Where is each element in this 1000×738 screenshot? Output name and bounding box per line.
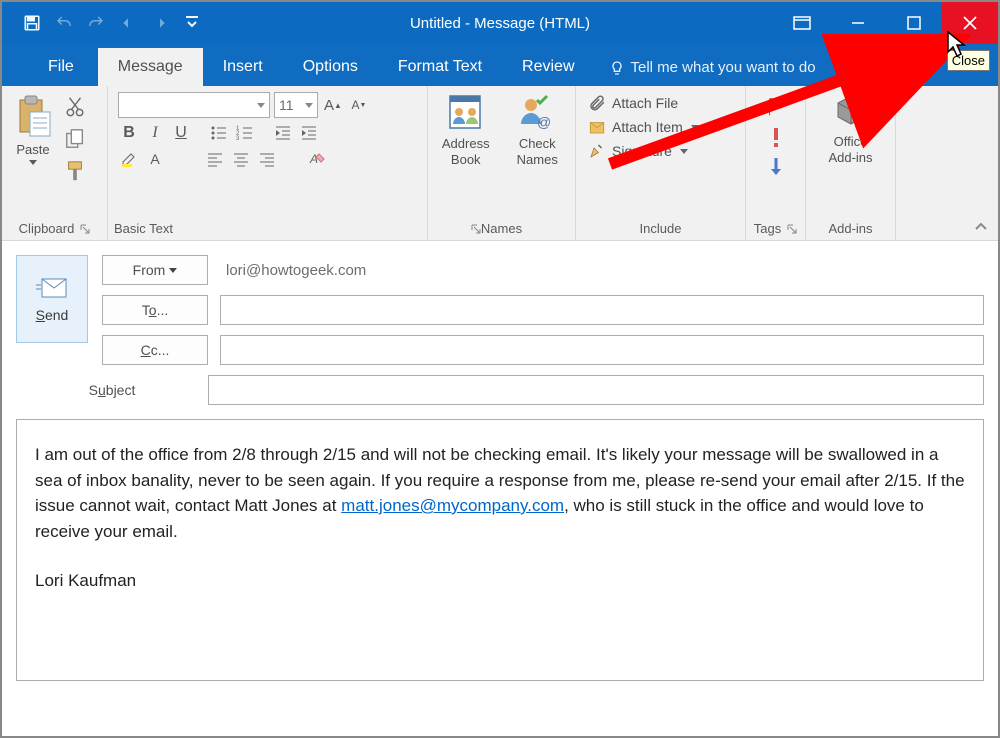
save-icon[interactable] — [22, 13, 42, 33]
undo-icon[interactable] — [54, 13, 74, 33]
title-bar: Untitled - Message (HTML) — [2, 2, 998, 44]
attach-item-button[interactable]: Attach Item — [588, 118, 739, 136]
group-clipboard: Paste Clipboard — [2, 86, 108, 240]
paste-icon — [14, 94, 52, 138]
ribbon-tabs: File Message Insert Options Format Text … — [2, 44, 998, 86]
group-basic-text: 11 A▲ A▼ B I U 123 A — [108, 86, 428, 240]
font-size-selector[interactable]: 11 — [274, 92, 318, 118]
address-book-button[interactable]: Address Book — [434, 92, 498, 167]
dialog-launcher-icon[interactable] — [787, 224, 797, 234]
ribbon-display-options-button[interactable] — [774, 2, 830, 44]
decrease-indent-button[interactable] — [272, 122, 294, 144]
close-tooltip: Close — [947, 50, 990, 71]
message-body[interactable]: I am out of the office from 2/8 through … — [16, 419, 984, 681]
window-title: Untitled - Message (HTML) — [410, 15, 590, 32]
chevron-down-icon — [29, 160, 37, 165]
send-icon — [34, 275, 70, 301]
paste-label: Paste — [16, 142, 49, 157]
bullets-button[interactable] — [208, 122, 230, 144]
office-addins-button[interactable]: Office Add-ins — [819, 92, 883, 165]
font-color-button[interactable]: A — [144, 148, 166, 170]
attach-item-icon — [588, 118, 606, 136]
underline-button[interactable]: U — [170, 122, 192, 144]
group-include: Attach File Attach Item Signature Includ… — [576, 86, 746, 240]
address-book-icon — [446, 92, 486, 132]
follow-up-flag-icon[interactable] — [765, 96, 787, 118]
highlight-button[interactable] — [118, 148, 140, 170]
previous-icon[interactable] — [118, 13, 138, 33]
font-selector[interactable] — [118, 92, 270, 118]
body-link[interactable]: matt.jones@mycompany.com — [341, 496, 564, 515]
grow-font-icon[interactable]: A▲ — [322, 94, 344, 116]
group-names-label: Names — [481, 221, 522, 236]
close-button[interactable] — [942, 2, 998, 44]
bold-button[interactable]: B — [118, 122, 140, 144]
tell-me-placeholder: Tell me what you want to do — [631, 59, 816, 76]
from-value: lori@howtogeek.com — [226, 262, 366, 279]
to-button[interactable]: To... — [102, 295, 208, 325]
svg-text:A: A — [309, 152, 318, 166]
tab-message[interactable]: Message — [98, 48, 203, 86]
cut-icon[interactable] — [64, 96, 86, 118]
collapse-ribbon-icon[interactable] — [974, 220, 988, 234]
tab-review[interactable]: Review — [502, 48, 594, 86]
align-left-button[interactable] — [204, 148, 226, 170]
lightbulb-icon — [609, 60, 625, 76]
send-button[interactable]: Send — [16, 255, 88, 343]
redo-icon[interactable] — [86, 13, 106, 33]
align-right-button[interactable] — [256, 148, 278, 170]
next-icon[interactable] — [150, 13, 170, 33]
copy-icon[interactable] — [64, 128, 86, 150]
subject-input[interactable] — [208, 375, 984, 405]
numbering-button[interactable]: 123 — [234, 122, 256, 144]
check-names-button[interactable]: @ Check Names — [506, 92, 570, 167]
signature-button[interactable]: Signature — [588, 142, 739, 160]
signature-text: Lori Kaufman — [35, 568, 965, 594]
svg-text:3: 3 — [236, 136, 240, 142]
group-tags: Tags — [746, 86, 806, 240]
align-center-button[interactable] — [230, 148, 252, 170]
group-basic-text-label: Basic Text — [114, 221, 173, 236]
to-input[interactable] — [220, 295, 984, 325]
window-controls — [774, 2, 998, 44]
addins-icon — [832, 92, 870, 130]
cc-input[interactable] — [220, 335, 984, 365]
svg-text:@: @ — [537, 114, 551, 130]
compose-header: Send From lori@howtogeek.com To... Cc...… — [2, 241, 998, 405]
quick-access-toolbar — [2, 13, 202, 33]
signature-icon — [588, 142, 606, 160]
low-importance-icon[interactable] — [767, 156, 785, 178]
tab-options[interactable]: Options — [283, 48, 378, 86]
paste-button[interactable]: Paste — [8, 94, 58, 182]
tab-insert[interactable]: Insert — [203, 48, 283, 86]
minimize-button[interactable] — [830, 2, 886, 44]
clear-formatting-button[interactable]: A — [306, 148, 328, 170]
from-button[interactable]: From — [102, 255, 208, 285]
group-addins-label: Add-ins — [828, 221, 872, 236]
subject-label: Subject — [16, 382, 208, 398]
italic-button[interactable]: I — [144, 122, 166, 144]
tab-file[interactable]: File — [24, 48, 98, 86]
dialog-launcher-icon[interactable] — [80, 224, 90, 234]
check-names-icon: @ — [517, 92, 557, 132]
group-names: Address Book @ Check Names Names — [428, 86, 576, 240]
attach-file-button[interactable]: Attach File — [588, 94, 739, 112]
high-importance-icon[interactable] — [767, 126, 785, 148]
shrink-font-icon[interactable]: A▼ — [348, 94, 370, 116]
paperclip-icon — [588, 94, 606, 112]
group-clipboard-label: Clipboard — [19, 221, 75, 236]
group-addins: Office Add-ins Add-ins — [806, 86, 896, 240]
dialog-launcher-icon[interactable] — [471, 224, 481, 234]
group-include-label: Include — [640, 221, 682, 236]
tell-me-search[interactable]: Tell me what you want to do — [595, 49, 830, 86]
cc-button[interactable]: Cc... — [102, 335, 208, 365]
increase-indent-button[interactable] — [298, 122, 320, 144]
group-tags-label: Tags — [754, 221, 781, 236]
format-painter-icon[interactable] — [64, 160, 86, 182]
tab-format-text[interactable]: Format Text — [378, 48, 502, 86]
customize-qat-icon[interactable] — [182, 13, 202, 33]
maximize-button[interactable] — [886, 2, 942, 44]
ribbon: Paste Clipboard 11 A▲ A▼ B I U — [2, 86, 998, 241]
